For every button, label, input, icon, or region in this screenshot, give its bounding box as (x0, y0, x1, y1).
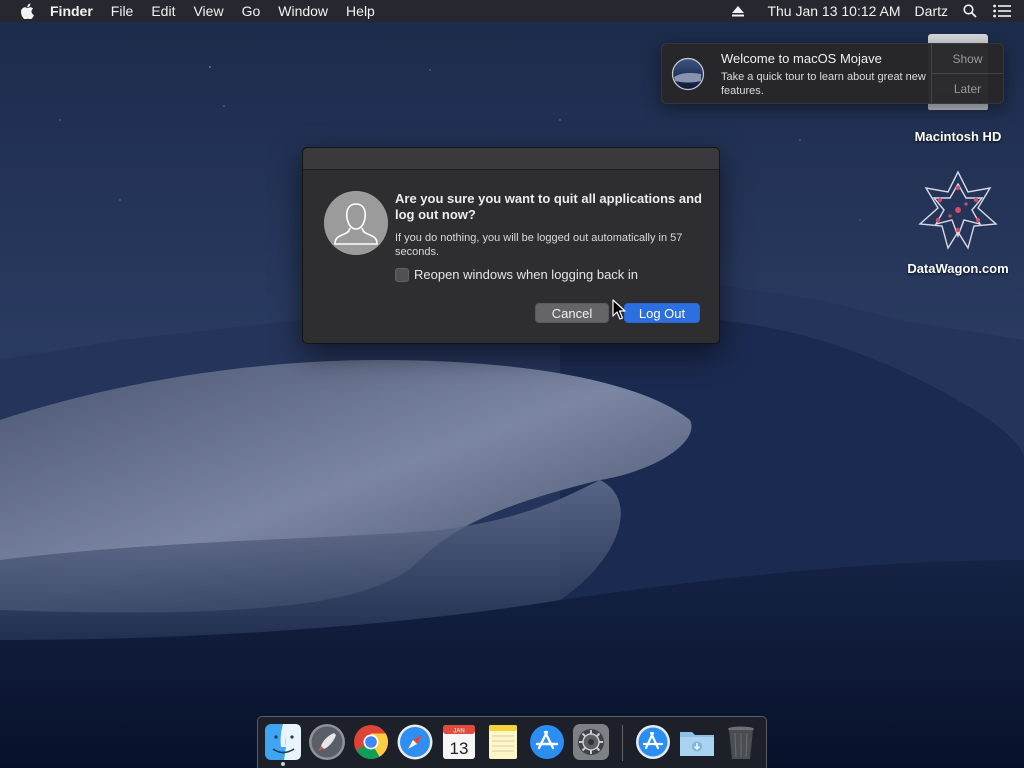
dialog-title: Are you sure you want to quit all applic… (395, 191, 702, 222)
dock-item-system-preferences[interactable] (572, 723, 610, 761)
dock-item-chrome[interactable] (352, 723, 390, 761)
dialog-titlebar[interactable] (303, 148, 719, 170)
applications-folder-icon (636, 725, 670, 759)
dock: JAN 13 (257, 716, 767, 768)
desktop-icon-label: Macintosh HD (914, 129, 1002, 144)
cancel-button[interactable]: Cancel (535, 303, 609, 323)
menu-bar-right: Thu Jan 13 10:12 AM Dartz (731, 0, 1024, 22)
system-preferences-icon (573, 724, 609, 760)
dock-item-launchpad[interactable] (308, 723, 346, 761)
logout-dialog: Are you sure you want to quit all applic… (302, 147, 720, 344)
dock-separator (622, 725, 623, 761)
dock-item-notes[interactable] (484, 723, 522, 761)
calendar-month: JAN (453, 729, 464, 735)
menu-go[interactable]: Go (242, 0, 261, 22)
dock-item-downloads[interactable] (678, 723, 716, 761)
dock-item-calendar[interactable]: JAN 13 (440, 723, 478, 761)
reopen-windows-label[interactable]: Reopen windows when logging back in (414, 267, 638, 283)
user-avatar-icon (324, 191, 388, 255)
menu-bar-clock[interactable]: Thu Jan 13 10:12 AM (767, 0, 900, 22)
menu-bar: Finder File Edit View Go Window Help Thu… (0, 0, 1024, 22)
safari-icon (397, 724, 433, 760)
dock-item-trash[interactable] (722, 723, 760, 761)
notification-actions: Show Later (931, 44, 1003, 103)
finder-icon (265, 724, 301, 760)
datawagon-logo-icon (916, 170, 1000, 255)
eject-icon[interactable] (731, 0, 745, 22)
dock-item-finder[interactable] (264, 723, 302, 766)
mouse-cursor-icon (612, 299, 626, 321)
notification-center-icon[interactable] (992, 0, 1012, 22)
calendar-icon: JAN 13 (443, 725, 475, 759)
chrome-icon (354, 725, 388, 759)
notification-later-button[interactable]: Later (932, 73, 1003, 103)
reopen-windows-checkbox[interactable] (395, 268, 409, 282)
menu-bar-user[interactable]: Dartz (915, 0, 948, 22)
notification-text: Take a quick tour to learn about great n… (721, 71, 926, 97)
menu-file[interactable]: File (111, 0, 134, 22)
menu-window[interactable]: Window (278, 0, 328, 22)
notification-show-button[interactable]: Show (932, 44, 1003, 73)
desktop-wallpaper (0, 0, 1024, 768)
app-store-icon (530, 725, 564, 759)
calendar-day: 13 (450, 739, 469, 758)
mojave-icon (671, 57, 705, 91)
menu-help[interactable]: Help (346, 0, 375, 22)
menu-view[interactable]: View (193, 0, 223, 22)
trash-icon (728, 726, 754, 759)
reopen-windows-option[interactable]: Reopen windows when logging back in (395, 267, 638, 283)
notes-icon (489, 725, 517, 759)
apple-icon[interactable] (18, 0, 36, 22)
dock-running-indicator (281, 762, 285, 766)
launchpad-icon (309, 724, 345, 760)
notification-banner[interactable]: Welcome to macOS Mojave Take a quick tou… (661, 43, 1004, 104)
notification-title: Welcome to macOS Mojave (721, 51, 882, 66)
dialog-message: If you do nothing, you will be logged ou… (395, 232, 683, 258)
menu-app-finder[interactable]: Finder (50, 0, 93, 22)
menu-edit[interactable]: Edit (151, 0, 175, 22)
desktop-icon-label: DataWagon.com (907, 261, 1009, 276)
dock-item-safari[interactable] (396, 723, 434, 761)
spotlight-search-icon[interactable] (962, 0, 978, 22)
dock-item-applications[interactable] (634, 723, 672, 761)
log-out-button[interactable]: Log Out (624, 303, 700, 323)
downloads-folder-icon (680, 732, 714, 756)
dock-item-app-store[interactable] (528, 723, 566, 761)
desktop-icon-datawagon[interactable]: DataWagon.com (898, 170, 1018, 276)
notification-body: Welcome to macOS Mojave Take a quick tou… (721, 51, 931, 103)
menu-bar-left: Finder File Edit View Go Window Help (0, 0, 393, 22)
